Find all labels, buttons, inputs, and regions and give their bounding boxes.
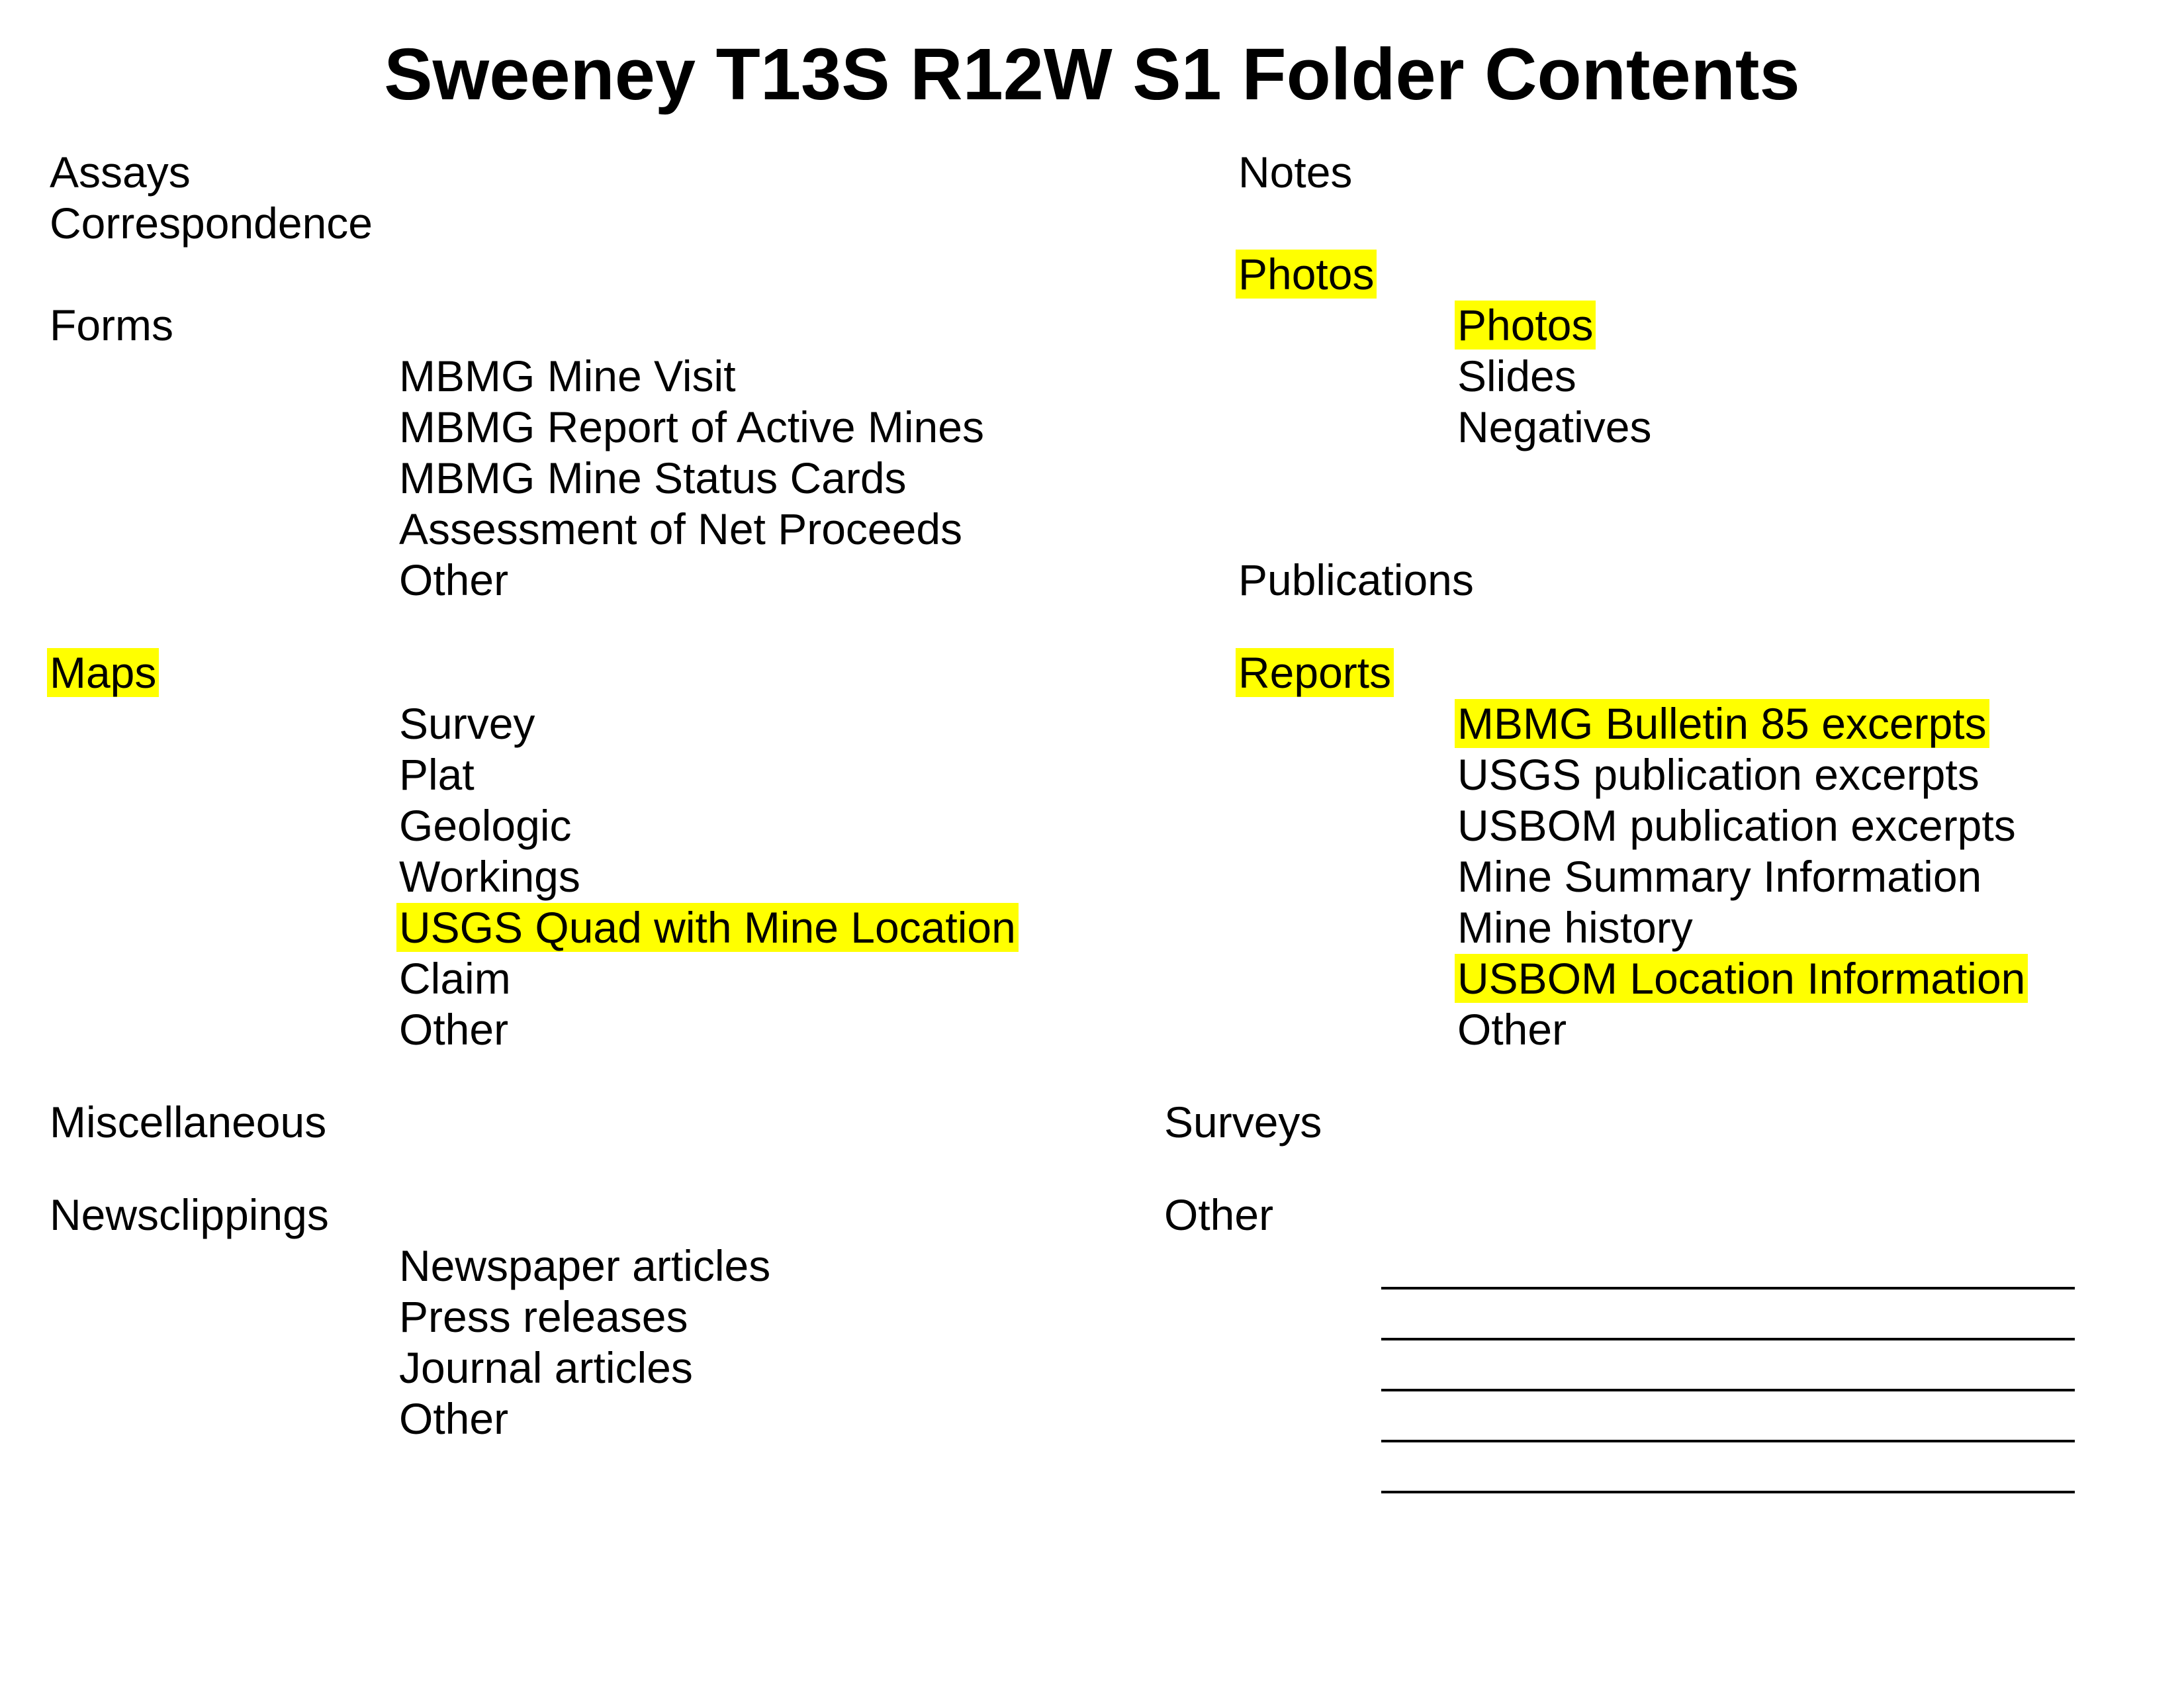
category-miscellaneous: Miscellaneous: [50, 1098, 327, 1147]
reports-item: USBOM publication excerpts: [1457, 801, 2016, 850]
blank-line: [1381, 1440, 2075, 1442]
highlighted-text: Maps: [47, 648, 159, 697]
newsclippings-item: Other: [399, 1394, 509, 1443]
page-title: Sweeney T13S R12W S1 Folder Contents: [384, 34, 1800, 115]
category-notes: Notes: [1238, 148, 1353, 197]
highlighted-text: Reports: [1236, 648, 1394, 697]
maps-item: Other: [399, 1005, 509, 1054]
maps-item: Geologic: [399, 801, 572, 850]
reports-item: Other: [1457, 1005, 1567, 1054]
category-reports: Reports: [1236, 647, 1394, 698]
forms-item: MBMG Mine Visit: [399, 352, 736, 400]
category-publications: Publications: [1238, 555, 1474, 604]
reports-item: MBMG Bulletin 85 excerpts: [1455, 698, 1989, 749]
newsclippings-item: Journal articles: [399, 1343, 693, 1392]
highlighted-text: MBMG Bulletin 85 excerpts: [1455, 699, 1989, 748]
blank-line: [1381, 1338, 2075, 1340]
category-newsclippings: Newsclippings: [50, 1190, 329, 1239]
maps-item: Plat: [399, 750, 475, 799]
reports-item: Mine history: [1457, 903, 1693, 952]
blank-line: [1381, 1389, 2075, 1391]
photos-item: Photos: [1455, 300, 1596, 350]
forms-item: MBMG Report of Active Mines: [399, 402, 984, 451]
newsclippings-item: Press releases: [399, 1292, 688, 1341]
highlighted-text: Photos: [1455, 301, 1596, 350]
highlighted-text: Photos: [1236, 250, 1377, 299]
category-other: Other: [1164, 1190, 1274, 1239]
category-maps: Maps: [47, 647, 159, 698]
category-surveys: Surveys: [1164, 1098, 1322, 1147]
category-photos: Photos: [1236, 249, 1377, 299]
reports-item: Mine Summary Information: [1457, 852, 1982, 901]
category-correspondence: Correspondence: [50, 199, 373, 248]
forms-item: MBMG Mine Status Cards: [399, 453, 907, 502]
maps-item: Survey: [399, 699, 535, 748]
highlighted-text: USBOM Location Information: [1455, 954, 2028, 1003]
category-assays: Assays: [50, 148, 191, 197]
reports-item: USBOM Location Information: [1455, 953, 2028, 1004]
forms-item: Assessment of Net Proceeds: [399, 504, 963, 553]
newsclippings-item: Newspaper articles: [399, 1241, 771, 1290]
forms-item: Other: [399, 555, 509, 604]
photos-item: Slides: [1457, 352, 1576, 400]
maps-item: Claim: [399, 954, 511, 1003]
reports-item: USGS publication excerpts: [1457, 750, 1979, 799]
photos-item: Negatives: [1457, 402, 1652, 451]
category-forms: Forms: [50, 301, 173, 350]
maps-item: Workings: [399, 852, 580, 901]
blank-line: [1381, 1287, 2075, 1289]
blank-line: [1381, 1491, 2075, 1493]
highlighted-text: USGS Quad with Mine Location: [396, 903, 1019, 952]
maps-item: USGS Quad with Mine Location: [396, 902, 1019, 953]
